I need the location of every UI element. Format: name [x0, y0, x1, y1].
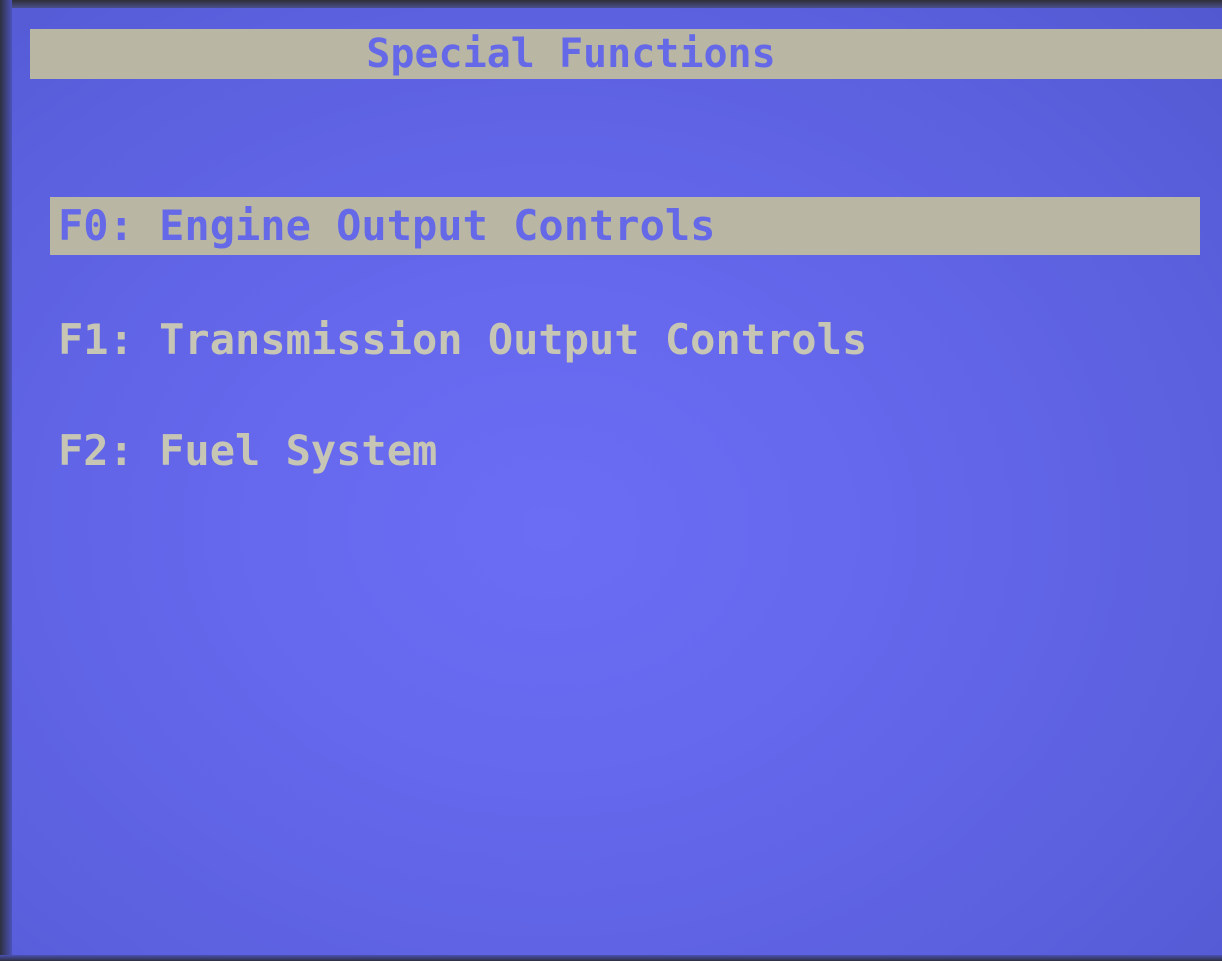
- page-title: Special Functions: [366, 31, 776, 77]
- title-bar: Special Functions: [30, 29, 1222, 79]
- menu-item-transmission-output-controls[interactable]: F1: Transmission Output Controls: [50, 311, 1158, 369]
- menu-item-fuel-system[interactable]: F2: Fuel System: [50, 422, 758, 480]
- menu-item-engine-output-controls[interactable]: F0: Engine Output Controls: [50, 197, 1200, 255]
- screen-bezel-left: [0, 0, 12, 961]
- scan-tool-screen: Special Functions F0: Engine Output Cont…: [0, 0, 1222, 961]
- screen-bezel-top: [0, 0, 1222, 8]
- screen-bezel-bottom: [0, 955, 1222, 961]
